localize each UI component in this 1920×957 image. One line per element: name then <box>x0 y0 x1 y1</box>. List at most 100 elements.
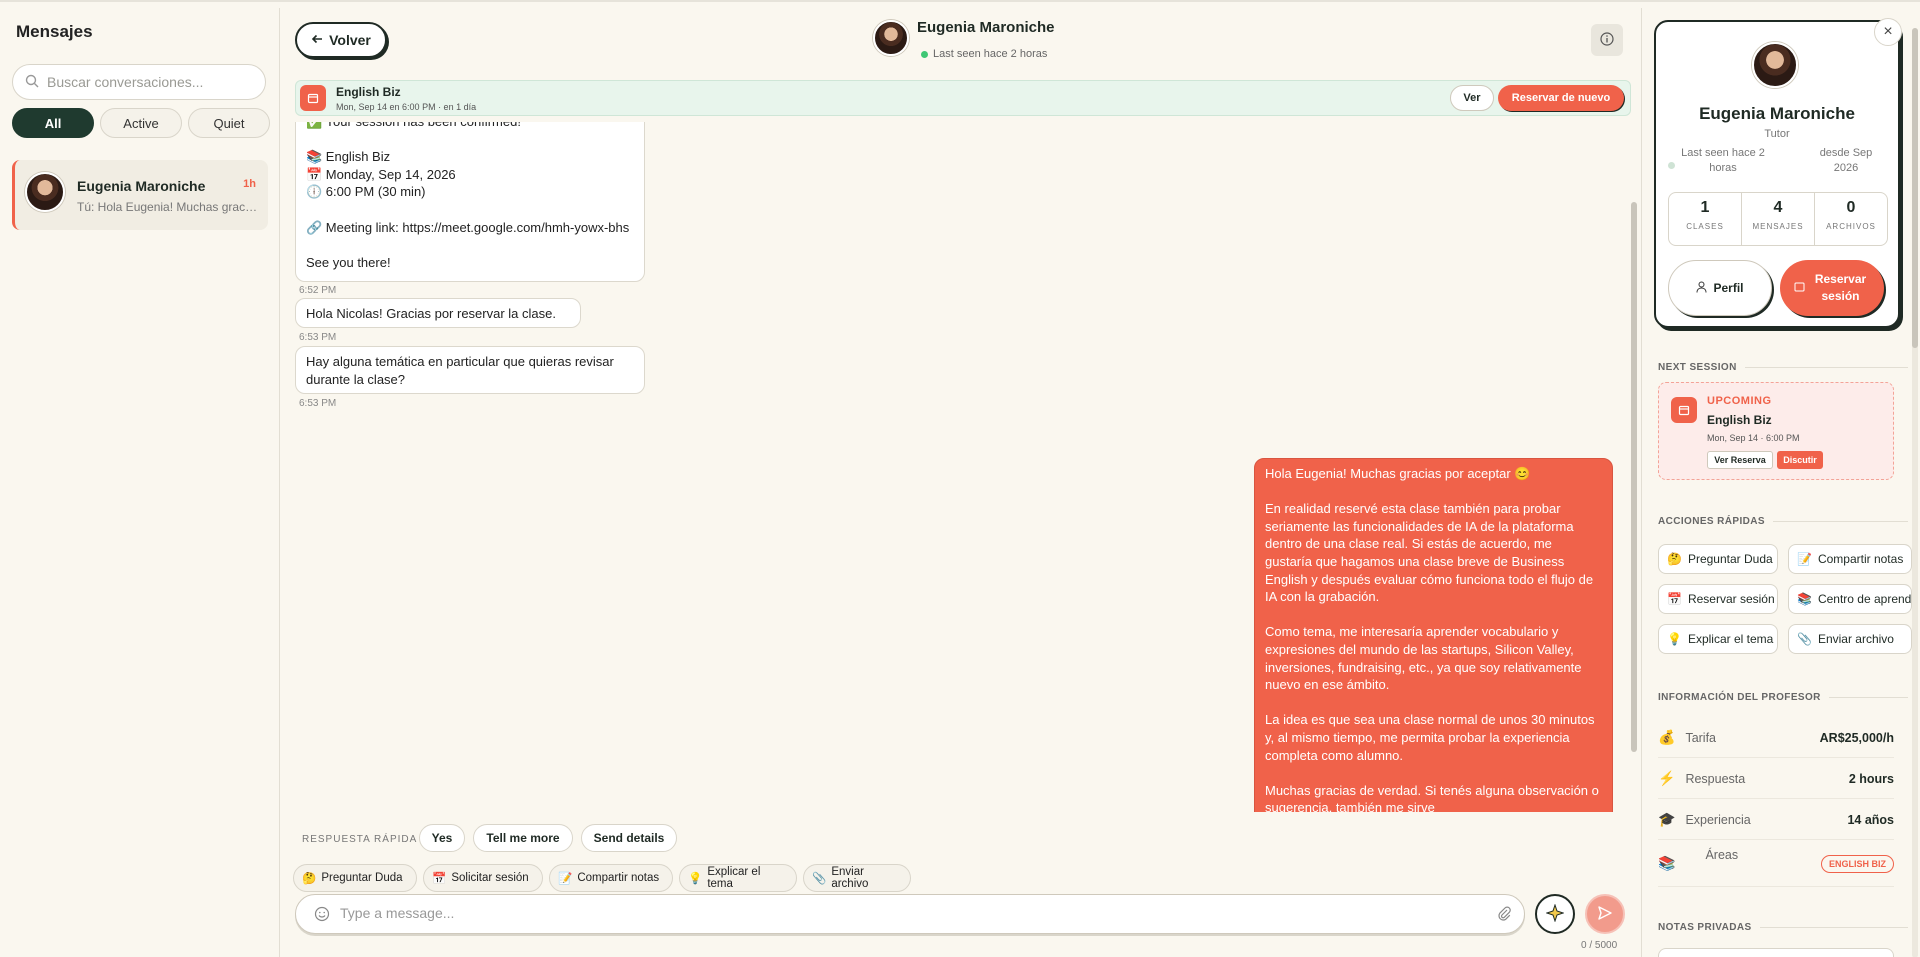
panel-scrollbar[interactable] <box>1912 28 1918 957</box>
conversation-preview: Tú: Hola Eugenia! Muchas gracias por ace… <box>77 200 259 214</box>
thinking-face-icon: 🤔 <box>1667 552 1682 566</box>
lightbulb-icon: 💡 <box>1667 632 1682 646</box>
my-message-bubble: Hola Eugenia! Muchas gracias por aceptar… <box>1254 458 1613 812</box>
conversation-item[interactable]: Eugenia Maroniche 1h Tú: Hola Eugenia! M… <box>12 160 268 230</box>
stat-value: 4 <box>1773 199 1783 216</box>
message-paragraph: En realidad reservé esta clase también p… <box>1265 501 1594 605</box>
info-button[interactable] <box>1591 24 1623 56</box>
session-status: UPCOMING <box>1707 395 1772 407</box>
thinking-face-icon: 🤔 <box>302 873 317 885</box>
info-row-experience: 🎓 Experiencia 14 años <box>1658 800 1894 840</box>
filter-all[interactable]: All <box>12 108 94 138</box>
avatar <box>25 172 65 212</box>
action-request-session[interactable]: 📅 Solicitar sesión <box>423 864 543 892</box>
message-list[interactable]: ✅ Your session has been confirmed! 📚 Eng… <box>281 122 1641 812</box>
quick-action-ask[interactable]: 🤔 Preguntar Duda <box>1658 544 1778 574</box>
chat-scrollbar[interactable] <box>1630 122 1638 812</box>
info-value: 14 años <box>1847 812 1894 827</box>
sidebar-title: Mensajes <box>16 22 93 41</box>
stat-label: MENSAJES <box>1752 222 1804 231</box>
stat-classes: 1 CLASES <box>1669 193 1742 245</box>
action-ask-doubt[interactable]: 🤔 Preguntar Duda <box>293 864 417 892</box>
action-explain-topic[interactable]: 💡 Explicar el tema <box>679 864 797 892</box>
profile-card: Eugenia Maroniche Tutor Last seen hace 2… <box>1654 20 1900 328</box>
info-label: Respuesta <box>1685 771 1746 786</box>
message-paragraph: Como tema, me interesaría aprender vocab… <box>1265 624 1582 693</box>
session-banner: English Biz Mon, Sep 14 en 6:00 PM · en … <box>295 80 1631 116</box>
filter-active[interactable]: Active <box>100 108 182 138</box>
scrollbar-thumb[interactable] <box>1912 28 1918 348</box>
quick-action-share-notes[interactable]: 📝 Compartir notas <box>1788 544 1912 574</box>
profile-button[interactable]: Perfil <box>1668 260 1772 316</box>
message-bubble: ✅ Your session has been confirmed! 📚 Eng… <box>295 122 645 282</box>
book-again-button[interactable]: Reservar de nuevo <box>1498 85 1624 111</box>
message-time: 6:53 PM <box>299 398 337 409</box>
message-bubble: Hay alguna temática en particular que qu… <box>295 346 645 394</box>
calendar-icon: 📅 <box>1667 592 1682 606</box>
stat-label: ARCHIVOS <box>1826 222 1876 231</box>
lightning-icon: ⚡ <box>1658 770 1676 786</box>
action-label: Solicitar sesión <box>451 872 529 884</box>
banner-subtitle: Mon, Sep 14 en 6:00 PM · en 1 día <box>336 102 477 112</box>
message-time: 6:52 PM <box>299 285 337 296</box>
action-send-file[interactable]: 📎 Enviar archivo <box>803 864 911 892</box>
book-session-button[interactable]: Reservar sesión <box>1780 260 1884 316</box>
character-counter: 0 / 5000 <box>1581 940 1618 951</box>
notes-icon: 📝 <box>1797 552 1812 566</box>
lightbulb-icon: 💡 <box>688 873 703 885</box>
quick-actions-heading: ACCIONES RÁPIDAS <box>1658 516 1908 527</box>
message-input[interactable] <box>340 905 1440 921</box>
paperclip-icon: 📎 <box>1797 632 1812 646</box>
quick-action-send-file[interactable]: 📎 Enviar archivo <box>1788 624 1912 654</box>
quick-action-label: Compartir notas <box>1817 552 1904 566</box>
quick-reply-tell-more[interactable]: Tell me more <box>473 824 573 852</box>
top-border <box>0 0 1920 2</box>
profile-role: Tutor <box>1764 128 1790 140</box>
calendar-icon: 📅 <box>432 873 447 885</box>
search-input[interactable] <box>47 74 247 90</box>
info-label: Áreas <box>1705 847 1739 862</box>
profile-name: Eugenia Maroniche <box>1699 104 1855 123</box>
stat-label: CLASES <box>1686 222 1724 231</box>
view-booking-button[interactable]: Ver Reserva <box>1707 451 1773 469</box>
user-icon <box>1696 281 1707 296</box>
back-label: Volver <box>329 32 371 48</box>
scrollbar-thumb[interactable] <box>1631 202 1637 752</box>
discuss-button[interactable]: Discutir <box>1777 451 1823 469</box>
info-row-response: ⚡ Respuesta 2 hours <box>1658 759 1894 799</box>
header-avatar[interactable] <box>873 20 909 56</box>
quick-reply-yes[interactable]: Yes <box>419 824 465 852</box>
message-line: ✅ Your session has been confirmed! <box>306 122 634 131</box>
info-value: 2 hours <box>1848 771 1894 786</box>
meeting-link[interactable]: 🔗 Meeting link: https://meet.google.com/… <box>306 219 634 237</box>
private-notes-input[interactable] <box>1658 948 1894 957</box>
online-dot-icon <box>921 50 928 58</box>
search-icon <box>25 74 39 91</box>
message-line: See you there! <box>306 254 391 270</box>
quick-action-label: Enviar archivo <box>1817 632 1894 646</box>
next-session-card: UPCOMING English Biz Mon, Sep 14 · 6:00 … <box>1658 382 1894 480</box>
book-icon: 📚 <box>1797 592 1812 606</box>
quick-action-book[interactable]: 📅 Reservar sesión <box>1658 584 1778 614</box>
action-label: Preguntar Duda <box>321 872 403 884</box>
quick-action-label: Reservar sesión <box>1687 592 1775 606</box>
calendar-icon <box>1794 280 1805 297</box>
status-dot-icon <box>1668 162 1675 169</box>
filter-quiet[interactable]: Quiet <box>188 108 270 138</box>
message-bubble: Hola Nicolas! Gracias por reservar la cl… <box>295 298 581 328</box>
search-box[interactable] <box>12 64 266 100</box>
quick-action-learning-center[interactable]: 📚 Centro de aprend <box>1788 584 1912 614</box>
attach-icon[interactable] <box>1496 906 1512 925</box>
message-line: 🕕 6:00 PM (30 min) <box>306 184 426 200</box>
close-panel-button[interactable]: × <box>1874 18 1902 46</box>
view-session-button[interactable]: Ver <box>1450 85 1494 111</box>
action-label: Explicar el tema <box>707 866 761 890</box>
quick-action-explain[interactable]: 💡 Explicar el tema <box>1658 624 1778 654</box>
info-value: AR$25,000/h <box>1819 730 1894 745</box>
emoji-icon[interactable] <box>314 906 330 925</box>
ai-assist-button[interactable] <box>1535 894 1575 934</box>
back-button[interactable]: Volver <box>295 22 387 58</box>
action-share-notes[interactable]: 📝 Compartir notas <box>549 864 673 892</box>
send-button[interactable] <box>1585 894 1625 934</box>
quick-reply-send-details[interactable]: Send details <box>581 824 677 852</box>
